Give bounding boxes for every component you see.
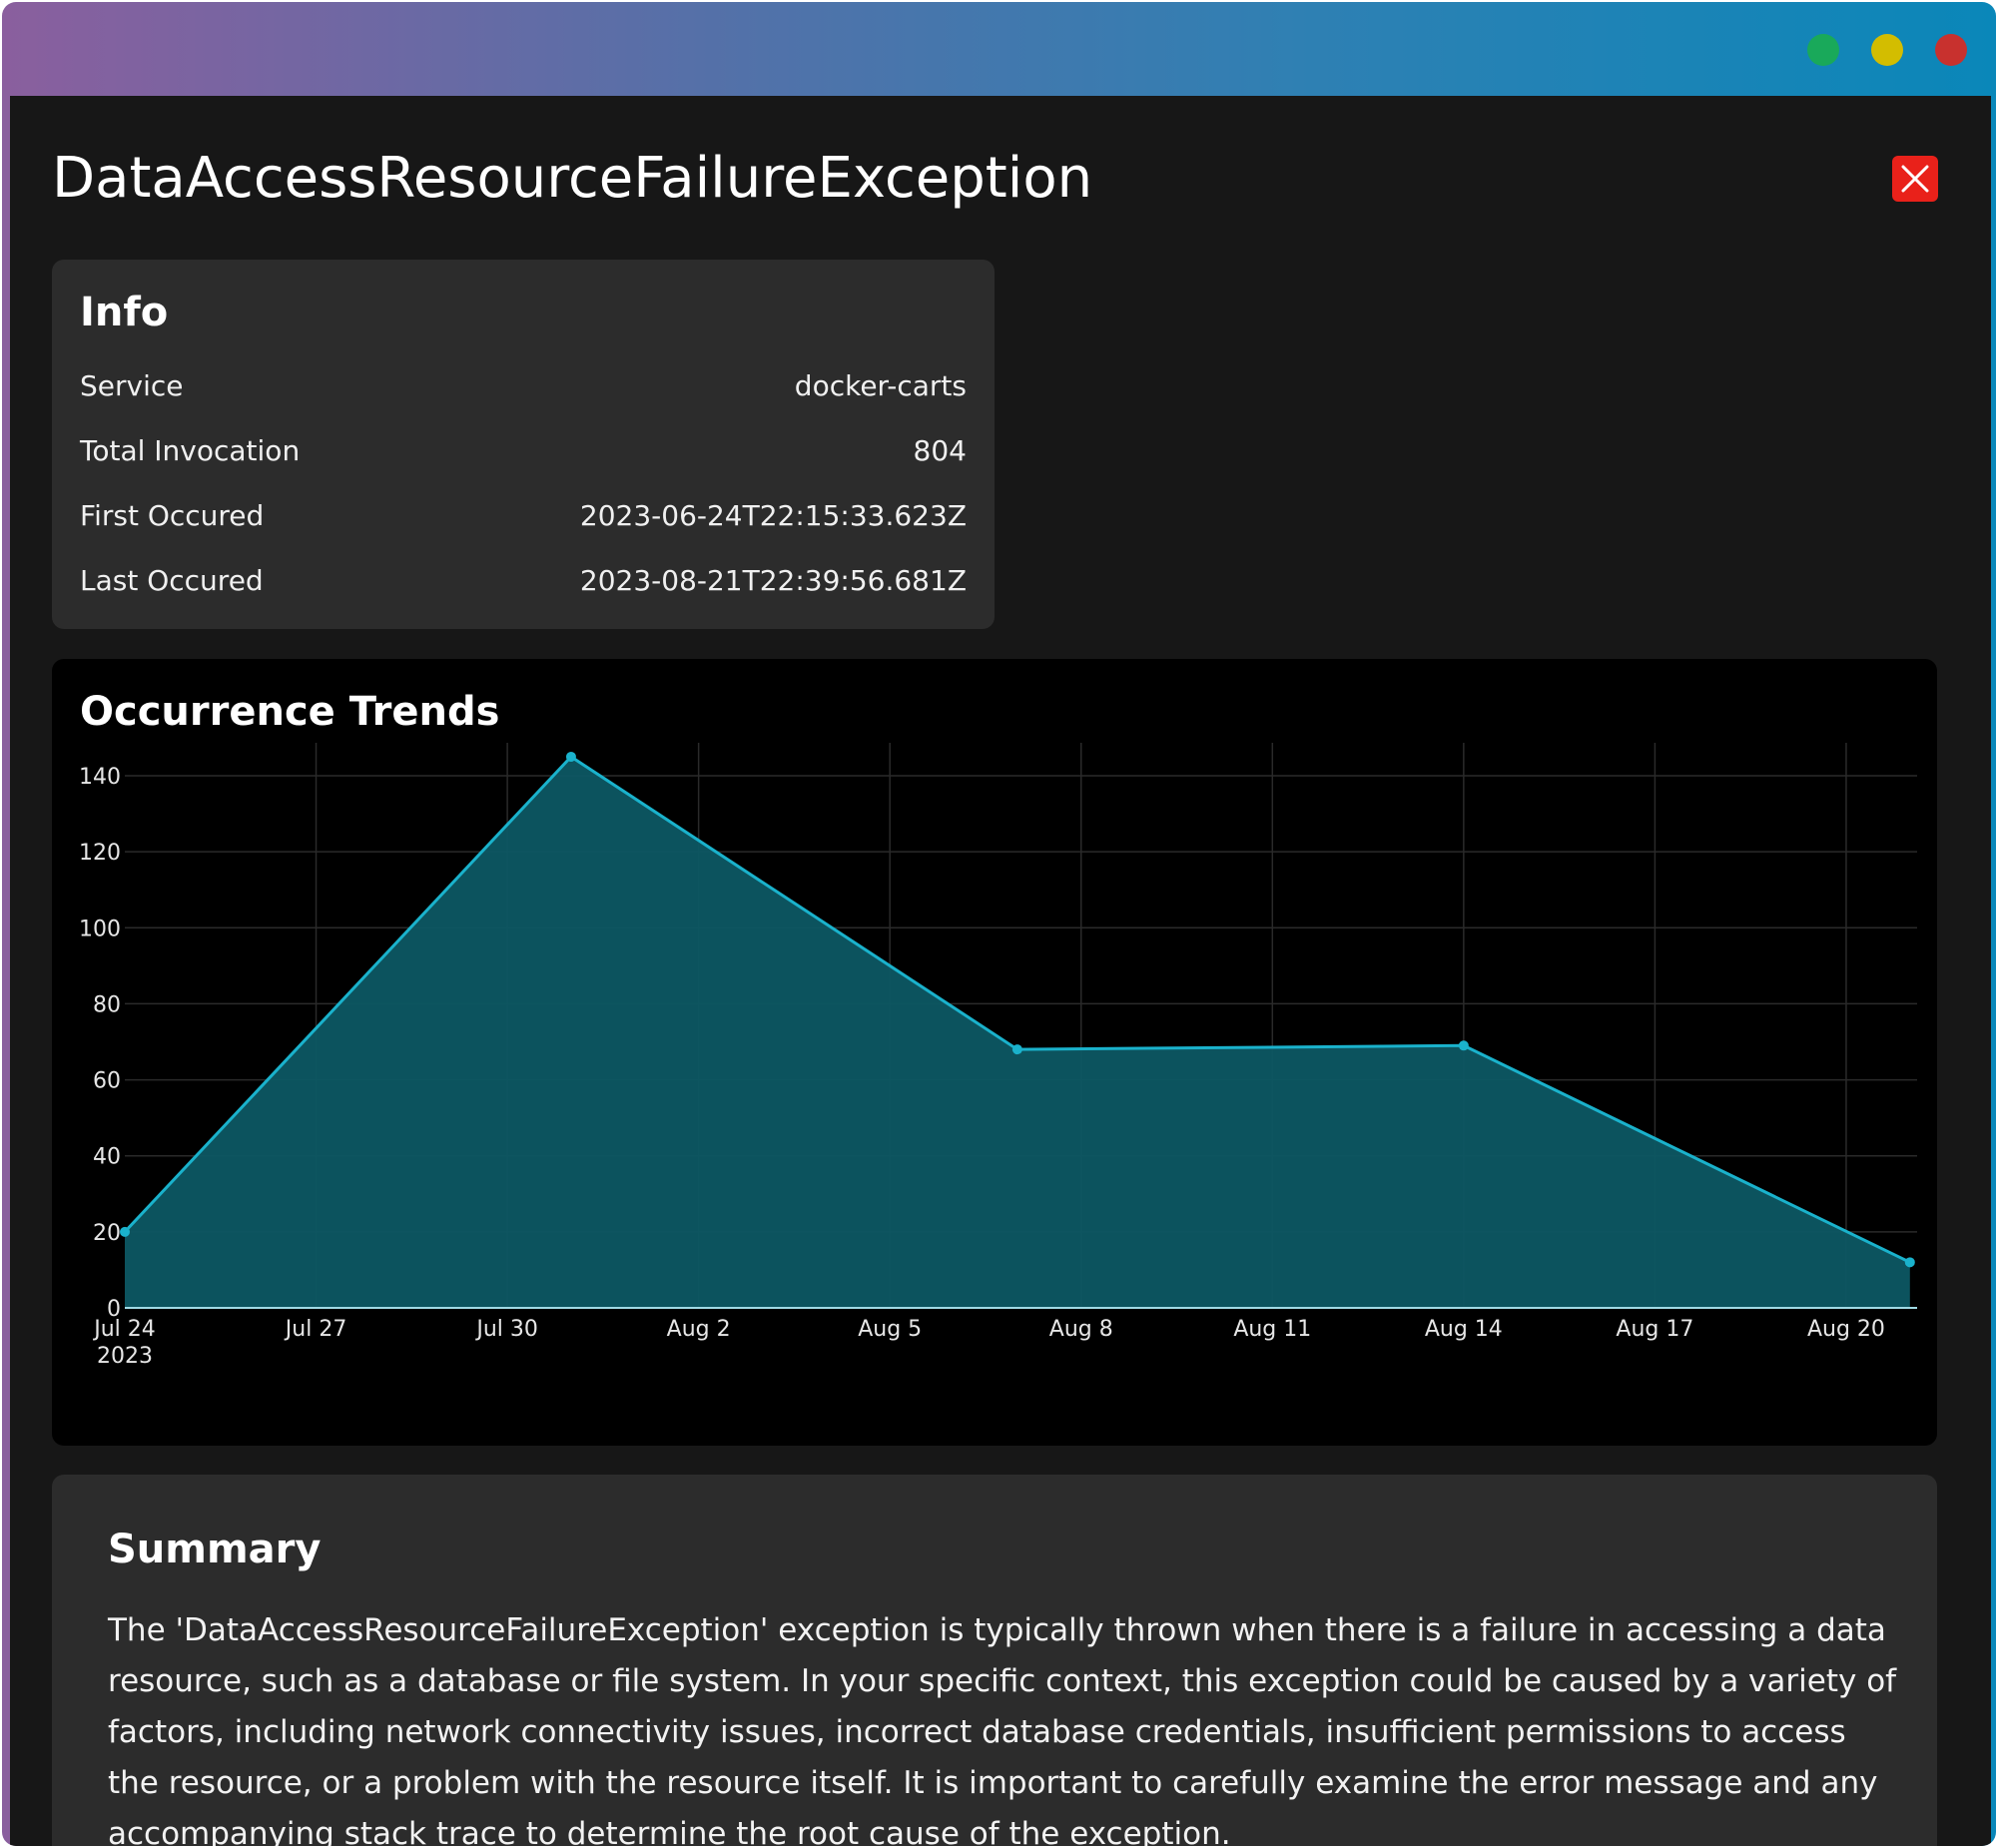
y-tick-label: 60 xyxy=(93,1069,121,1094)
series-area xyxy=(125,756,1910,1308)
occurrence-trends-chart[interactable]: 020406080100120140Jul 24 Jul 27 Jul 30 Aug … xyxy=(52,659,1937,1446)
info-row-last-occured: Last Occured 2023-08-21T22:39:56.681Z xyxy=(80,564,967,604)
x-tick-label: Jul 24 xyxy=(92,1317,156,1342)
x-tick-label: Jul 30 xyxy=(474,1317,538,1342)
info-value: 804 xyxy=(913,434,967,467)
summary-title: Summary xyxy=(108,1527,322,1572)
summary-card: Summary The 'DataAccessResourceFailureEx… xyxy=(52,1475,1937,1846)
data-point xyxy=(1904,1257,1915,1268)
occurrence-trends-card: Occurrence Trends 0 20 40 60 80 100 120 140 Jul … xyxy=(52,659,1937,1446)
data-point xyxy=(1458,1040,1469,1051)
red-dot-icon[interactable] xyxy=(1935,34,1967,66)
y-tick-label: 140 xyxy=(79,765,121,790)
data-point xyxy=(1011,1044,1022,1055)
x-tick-label: Aug 17 xyxy=(1616,1317,1693,1342)
info-label: Service xyxy=(80,369,184,402)
green-dot-icon[interactable] xyxy=(1807,34,1839,66)
info-value: docker-carts xyxy=(794,369,967,402)
data-point xyxy=(565,751,576,762)
info-card: Info Service docker-carts Total Invocati… xyxy=(52,260,995,629)
x-tick-label: Aug 20 xyxy=(1807,1317,1885,1342)
x-tick-label: Aug 2 xyxy=(667,1317,731,1342)
info-row-service: Service docker-carts xyxy=(80,369,967,409)
x-tick-label: Jul 27 xyxy=(284,1317,347,1342)
y-tick-label: 20 xyxy=(93,1221,121,1246)
info-row-first-occured: First Occured 2023-06-24T22:15:33.623Z xyxy=(80,499,967,539)
close-icon xyxy=(1901,165,1929,193)
y-tick-label: 120 xyxy=(79,841,121,866)
page-title: DataAccessResourceFailureException xyxy=(52,146,1093,211)
x-tick-year-label: 2023 xyxy=(97,1344,153,1369)
x-tick-label: Aug 5 xyxy=(858,1317,922,1342)
info-value: 2023-06-24T22:15:33.623Z xyxy=(579,499,967,532)
summary-text: The 'DataAccessResourceFailureException'… xyxy=(108,1612,1897,1846)
x-tick-label: Aug 11 xyxy=(1233,1317,1311,1342)
data-point xyxy=(120,1226,130,1237)
y-tick-label: 100 xyxy=(79,917,121,941)
info-row-total-invocation: Total Invocation 804 xyxy=(80,434,967,474)
info-label: First Occured xyxy=(80,499,265,532)
app-window: DataAccessResourceFailureException Info … xyxy=(2,2,1996,1846)
y-tick-label: 40 xyxy=(93,1145,121,1170)
main-content: DataAccessResourceFailureException Info … xyxy=(10,96,1991,1846)
info-label: Last Occured xyxy=(80,564,264,597)
close-button[interactable] xyxy=(1892,156,1938,202)
x-tick-label: Aug 8 xyxy=(1049,1317,1113,1342)
title-bar xyxy=(2,2,1996,96)
info-title: Info xyxy=(80,290,169,335)
y-tick-label: 80 xyxy=(93,992,121,1017)
x-tick-label: Aug 14 xyxy=(1425,1317,1503,1342)
yellow-dot-icon[interactable] xyxy=(1871,34,1903,66)
info-value: 2023-08-21T22:39:56.681Z xyxy=(579,564,967,597)
info-label: Total Invocation xyxy=(80,434,301,467)
